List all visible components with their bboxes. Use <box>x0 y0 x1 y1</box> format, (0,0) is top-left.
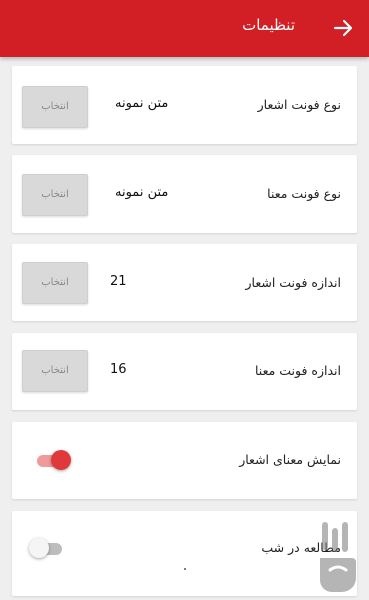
choose-button[interactable]: انتخاب <box>22 86 88 128</box>
setting-card-poem-font-type: نوع فونت اشعار متن نمونه انتخاب <box>12 66 357 144</box>
app-bar: تنظیمات <box>0 0 369 57</box>
arrow-right-icon <box>333 19 353 37</box>
setting-label: نمایش معنای اشعار <box>239 452 341 467</box>
night-mode-toggle[interactable] <box>29 538 66 558</box>
setting-card-poem-font-size: اندازه فونت اشعار 21 انتخاب <box>12 244 357 321</box>
toggle-thumb <box>51 450 71 470</box>
font-size-value: 21 <box>110 274 127 289</box>
back-button[interactable] <box>329 14 357 42</box>
setting-label: اندازه فونت معنا <box>254 363 341 378</box>
setting-card-meaning-font-size: اندازه فونت معنا 16 انتخاب <box>12 333 357 410</box>
setting-label: اندازه فونت اشعار <box>245 275 341 290</box>
font-sample-value: متن نمونه <box>115 96 169 111</box>
setting-card-meaning-font-type: نوع فونت معنا متن نمونه انتخاب <box>12 155 357 233</box>
dot-mark <box>184 568 186 570</box>
font-sample-value: متن نمونه <box>115 185 169 200</box>
setting-label: نوع فونت اشعار <box>257 97 341 112</box>
store-logo-icon <box>320 522 356 592</box>
setting-card-night-mode: مطالعه در شب <box>12 511 357 596</box>
choose-button[interactable]: انتخاب <box>22 350 88 392</box>
show-meaning-toggle[interactable] <box>35 450 71 470</box>
setting-card-show-meaning: نمایش معنای اشعار <box>12 422 357 499</box>
choose-button[interactable]: انتخاب <box>22 262 88 304</box>
font-size-value: 16 <box>110 362 127 377</box>
toggle-thumb <box>29 538 49 558</box>
page-title: تنظیمات <box>242 16 295 34</box>
choose-button[interactable]: انتخاب <box>22 174 88 216</box>
setting-label: نوع فونت معنا <box>267 186 341 201</box>
